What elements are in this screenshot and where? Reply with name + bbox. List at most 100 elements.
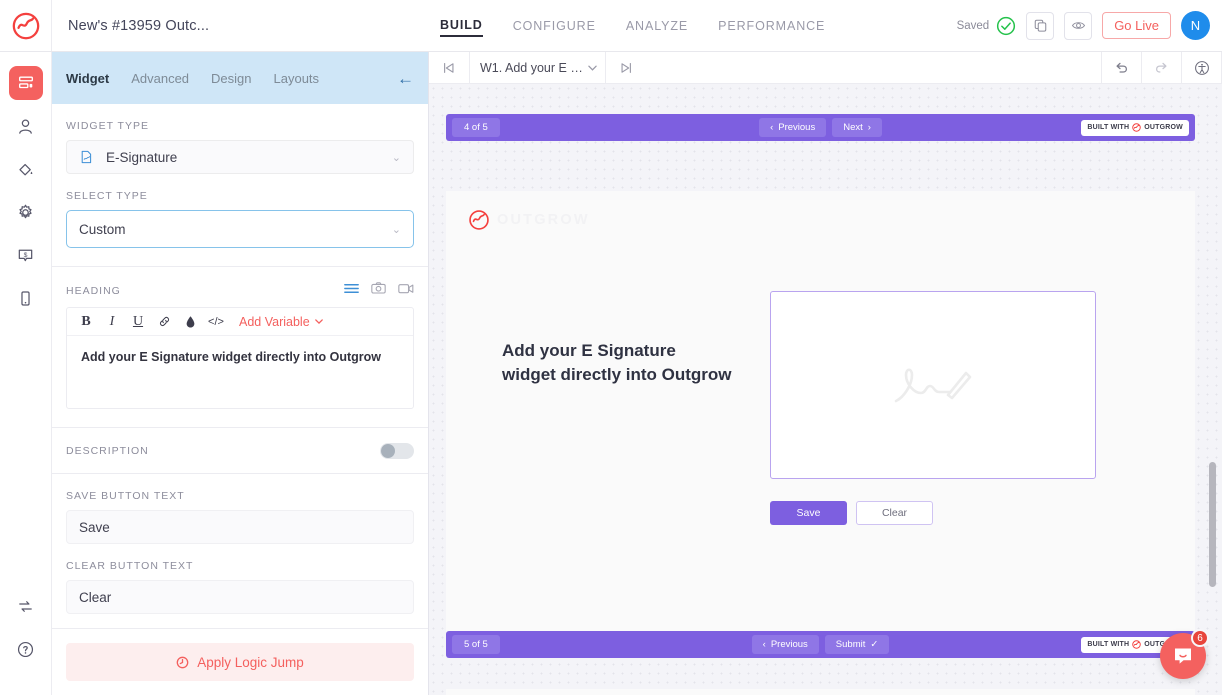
built-with-label: BUILT WITH [1087, 124, 1129, 131]
description-label: DESCRIPTION [66, 445, 149, 457]
redo-button[interactable] [1142, 52, 1182, 83]
toolbar-spacer [646, 52, 1102, 83]
chevron-right-icon: › [868, 122, 871, 133]
select-type-select[interactable]: Custom ⌄ [66, 210, 414, 248]
clear-button-text-input[interactable]: Clear [66, 580, 414, 614]
tab-configure[interactable]: CONFIGURE [513, 16, 596, 36]
top-previous-label: Previous [778, 122, 815, 133]
spacer [52, 614, 428, 628]
undo-button[interactable] [1102, 52, 1142, 83]
chevron-down-icon [588, 65, 597, 71]
toggle-knob [381, 444, 395, 458]
panel-scroll-area: WIDGET TYPE E-Signature ⌄ SELECT TY [52, 104, 428, 628]
heading-header-icons [344, 281, 414, 300]
first-page-button[interactable] [429, 52, 469, 83]
widget-type-value: E-Signature [106, 150, 177, 165]
top-previous-button[interactable]: ‹ Previous [759, 118, 826, 137]
funnel-title[interactable]: New's #13959 Outc... [52, 0, 430, 51]
signature-clear-button[interactable]: Clear [856, 501, 933, 525]
description-toggle[interactable] [380, 443, 414, 459]
preview-button[interactable] [1064, 12, 1092, 40]
toolbar-right-actions [1102, 52, 1222, 83]
tab-build[interactable]: BUILD [440, 15, 483, 37]
bottom-previous-button[interactable]: ‹ Previous [752, 635, 819, 654]
tab-layouts[interactable]: Layouts [274, 71, 320, 86]
left-icon-rail: $ [0, 52, 52, 695]
last-page-button[interactable] [606, 52, 646, 83]
sidebar-item-theme[interactable] [9, 152, 43, 186]
underline-icon[interactable]: U [125, 309, 151, 335]
submit-label: Submit [836, 639, 866, 650]
text-align-icon[interactable] [344, 282, 359, 300]
page-selector-value: W1. Add your E Signat... [480, 61, 584, 75]
link-icon[interactable] [151, 309, 177, 335]
user-icon [16, 117, 35, 136]
tab-advanced[interactable]: Advanced [131, 71, 189, 86]
tab-analyze[interactable]: ANALYZE [626, 16, 688, 36]
mobile-device-icon [16, 289, 35, 308]
top-built-with-badge[interactable]: BUILT WITH OUTGROW [1081, 120, 1189, 136]
submit-button[interactable]: Submit ✓ [825, 635, 890, 654]
code-icon[interactable]: </> [203, 309, 229, 335]
help-circle-icon [16, 640, 35, 659]
apply-logic-jump-button[interactable]: Apply Logic Jump [66, 643, 414, 681]
signature-save-button[interactable]: Save [770, 501, 847, 525]
save-button-text-input[interactable]: Save [66, 510, 414, 544]
panel-back-arrow-icon[interactable]: ← [397, 70, 414, 87]
sidebar-item-pricing[interactable]: $ [9, 238, 43, 272]
add-variable-dropdown[interactable]: Add Variable [239, 315, 323, 329]
tab-design[interactable]: Design [211, 71, 251, 86]
top-next-button[interactable]: Next › [832, 118, 882, 137]
bottom-previous-label: Previous [771, 639, 808, 650]
bold-icon[interactable]: B [73, 309, 99, 335]
sidebar-item-sync[interactable] [9, 589, 43, 623]
chevron-down-icon [315, 319, 323, 324]
heading-label: HEADING [66, 285, 121, 297]
preview-bottom-nav: 5 of 5 ‹ Previous Submit ✓ BUILT WITH [446, 631, 1195, 658]
sidebar-item-device[interactable] [9, 281, 43, 315]
avatar[interactable]: N [1181, 11, 1210, 40]
intercom-unread-badge: 6 [1191, 629, 1209, 647]
built-with-label: BUILT WITH [1087, 641, 1129, 648]
top-nav-counter: 4 of 5 [452, 118, 500, 137]
sidebar-item-leads[interactable] [9, 109, 43, 143]
scrollbar-thumb[interactable] [1209, 462, 1216, 587]
outgrow-logo-icon [468, 209, 490, 231]
sidebar-item-settings[interactable] [9, 195, 43, 229]
signature-scribble-icon [890, 361, 976, 409]
clear-button-text-section: CLEAR BUTTON TEXT Clear [52, 544, 428, 614]
video-icon[interactable] [398, 282, 414, 300]
panel-tab-bar: Widget Advanced Design Layouts ← [52, 52, 428, 104]
widget-type-select[interactable]: E-Signature ⌄ [66, 140, 414, 174]
chevron-down-icon: ⌄ [392, 223, 401, 236]
text-color-icon[interactable] [177, 309, 203, 335]
svg-text:$: $ [24, 252, 28, 259]
tab-widget[interactable]: Widget [66, 71, 109, 86]
go-live-button[interactable]: Go Live [1102, 12, 1171, 39]
tab-performance[interactable]: PERFORMANCE [718, 16, 825, 36]
italic-icon[interactable]: I [99, 309, 125, 335]
heading-text-value[interactable]: Add your E Signature widget directly int… [67, 336, 413, 408]
preview-scrollbar[interactable] [1209, 84, 1216, 695]
bottom-nav-counter: 5 of 5 [452, 635, 500, 654]
intercom-launcher-button[interactable]: 6 [1160, 633, 1206, 679]
spacer [52, 267, 428, 281]
preview-canvas: 4 of 5 ‹ Previous Next › BUILT WITH [429, 84, 1222, 695]
saved-label: Saved [957, 20, 990, 32]
panel-footer: Apply Logic Jump [52, 628, 428, 695]
accessibility-button[interactable] [1182, 52, 1222, 83]
last-page-icon [619, 61, 633, 75]
page-selector[interactable]: W1. Add your E Signat... [469, 52, 606, 83]
signature-actions: Save Clear [770, 501, 1096, 525]
brand-logo-cell[interactable] [0, 0, 52, 51]
add-variable-label: Add Variable [239, 315, 310, 329]
sidebar-item-help[interactable] [9, 632, 43, 666]
description-row: DESCRIPTION [52, 428, 428, 474]
paint-bucket-icon [16, 160, 35, 179]
sidebar-item-content[interactable] [9, 66, 43, 100]
select-type-section: SELECT TYPE Custom ⌄ [52, 174, 428, 248]
signature-pad[interactable] [770, 291, 1096, 479]
duplicate-button[interactable] [1026, 12, 1054, 40]
camera-icon[interactable] [371, 281, 386, 300]
widget-type-section: WIDGET TYPE E-Signature ⌄ [52, 104, 428, 174]
